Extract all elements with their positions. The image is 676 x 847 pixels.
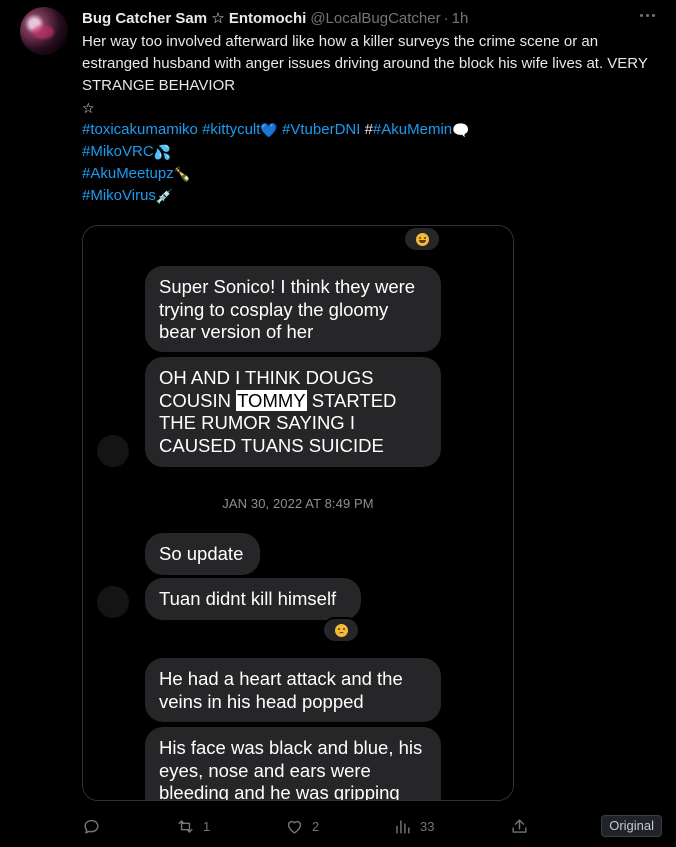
share-icon <box>512 818 527 833</box>
hashtag-mikovrc[interactable]: #MikoVRC <box>82 143 154 160</box>
star-symbol: ☆ <box>82 100 95 116</box>
retweet-icon <box>178 819 193 833</box>
heart-icon <box>287 820 302 834</box>
speech-balloon-icon: 🗨️ <box>452 122 470 138</box>
tweet-body: Her way too involved afterward like how … <box>82 33 648 94</box>
hashtag-line-1: #toxicakumamiko #kittycult💙 #VtuberDNI #… <box>82 119 662 141</box>
message-thread: Super Sonico! I think they were trying t… <box>83 226 513 800</box>
message-bubble: Tuan didnt kill himself <box>145 578 361 620</box>
tweet-time[interactable]: 1h <box>452 10 469 27</box>
message-bubble: So update <box>145 533 260 575</box>
hashtag-toxicakumamiko[interactable]: #toxicakumamiko <box>82 121 198 138</box>
blue-heart-icon: 💙 <box>260 122 278 138</box>
hashtag-akumeetupz[interactable]: #AkuMeetupz <box>82 165 174 182</box>
laughing-face-reaction-icon <box>403 226 441 252</box>
tweet-header: Bug Catcher Sam ☆ Entomochi @LocalBugCat… <box>82 8 664 28</box>
sad-face-reaction-icon <box>322 617 360 643</box>
hashtag-line-3: #AkuMeetupz🍾 <box>82 163 662 185</box>
message-text: Tuan didnt kill himself <box>159 588 337 609</box>
message-bubble: Super Sonico! I think they were trying t… <box>145 266 441 352</box>
message-bubble: He had a heart attack and the veins in h… <box>145 658 441 722</box>
sweat-droplets-icon: 💦 <box>153 144 172 160</box>
message-text: So update <box>159 543 244 564</box>
author-avatar[interactable] <box>20 7 68 55</box>
separator-dot: · <box>443 9 449 27</box>
tweet-text: Her way too involved afterward like how … <box>82 31 662 207</box>
highlighted-word: TOMMY <box>236 389 307 411</box>
message-text: Super Sonico! I think they were trying t… <box>159 276 416 342</box>
attached-screenshot[interactable]: Super Sonico! I think they were trying t… <box>82 225 514 801</box>
analytics-icon <box>396 819 410 834</box>
sender-avatar <box>97 586 129 618</box>
share-button[interactable] <box>510 812 529 840</box>
message-text: He had a heart attack and the veins in h… <box>159 668 403 712</box>
message-timestamp: JAN 30, 2022 AT 8:49 PM <box>222 496 374 511</box>
message-bubble: His face was black and blue, his eyes, n… <box>145 727 441 801</box>
champagne-icon: 🍾 <box>173 166 192 182</box>
author-display-name[interactable]: Bug Catcher Sam ☆ Entomochi <box>82 9 306 27</box>
reply-icon <box>84 819 99 834</box>
hashtag-line-2: #MikoVRC💦 <box>82 141 662 163</box>
hash-prefix: # <box>364 121 373 138</box>
tweet-actions: 1 2 33 Original <box>82 812 662 840</box>
hashtag-akumemin[interactable]: #AkuMemin <box>373 121 452 138</box>
message-text: His face was black and blue, his eyes, n… <box>159 737 423 801</box>
hashtag-line-4: #MikoVirus💉 <box>82 185 662 207</box>
views-button[interactable]: 33 <box>393 812 434 840</box>
hashtag-kittycult[interactable]: #kittycult <box>202 121 260 138</box>
hashtag-mikovirus[interactable]: #MikoVirus <box>82 187 156 204</box>
original-badge[interactable]: Original <box>601 815 662 837</box>
like-button[interactable]: 2 <box>285 812 319 840</box>
hashtag-vtuberdni[interactable]: #VtuberDNI <box>282 121 360 138</box>
more-options-icon[interactable] <box>636 6 658 24</box>
reply-button[interactable] <box>82 812 109 840</box>
message-bubble: OH AND I THINK DOUGS COUSIN TOMMY STARTE… <box>145 357 441 467</box>
like-count: 2 <box>312 818 320 834</box>
author-handle[interactable]: @LocalBugCatcher <box>310 10 440 27</box>
syringe-icon: 💉 <box>155 188 174 204</box>
views-count: 33 <box>420 818 435 834</box>
retweet-count: 1 <box>203 818 211 834</box>
sender-avatar <box>97 435 129 467</box>
retweet-button[interactable]: 1 <box>176 812 210 840</box>
